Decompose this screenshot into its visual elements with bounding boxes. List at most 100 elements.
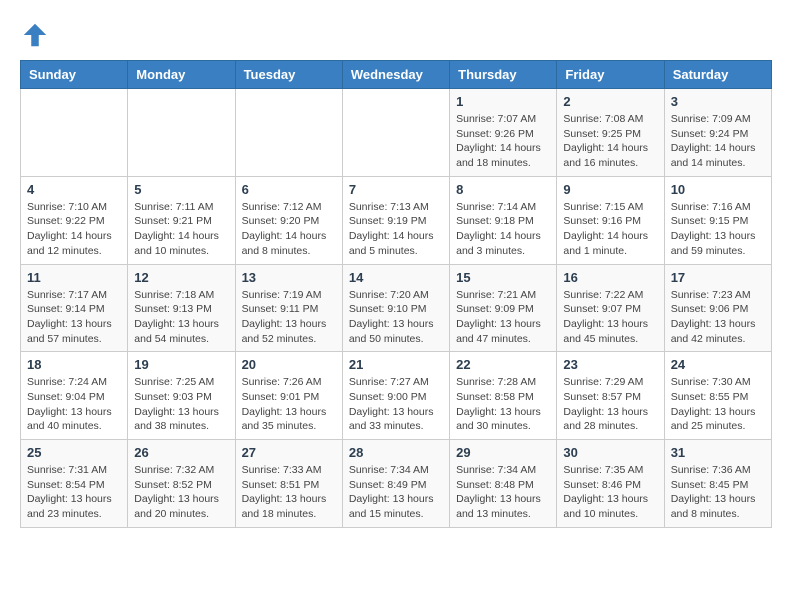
day-info: Sunrise: 7:21 AMSunset: 9:09 PMDaylight:…	[456, 288, 550, 347]
day-info: Sunrise: 7:13 AMSunset: 9:19 PMDaylight:…	[349, 200, 443, 259]
calendar-cell: 18Sunrise: 7:24 AMSunset: 9:04 PMDayligh…	[21, 352, 128, 440]
week-row-1: 1 Sunrise: 7:07 AMSunset: 9:26 PMDaylight…	[21, 89, 772, 177]
calendar-cell: 19 Sunrise: 7:25 AMSunset: 9:03 PMDayligh…	[128, 352, 235, 440]
calendar-cell: 12Sunrise: 7:18 AMSunset: 9:13 PMDayligh…	[128, 264, 235, 352]
calendar-cell: 21 Sunrise: 7:27 AMSunset: 9:00 PMDayligh…	[342, 352, 449, 440]
calendar-cell: 3 Sunrise: 7:09 AMSunset: 9:24 PMDaylight…	[664, 89, 771, 177]
day-info: Sunrise: 7:23 AMSunset: 9:06 PMDaylight:…	[671, 288, 765, 347]
week-row-3: 11 Sunrise: 7:17 AMSunset: 9:14 PMDayligh…	[21, 264, 772, 352]
week-row-4: 18Sunrise: 7:24 AMSunset: 9:04 PMDayligh…	[21, 352, 772, 440]
day-info: Sunrise: 7:34 AMSunset: 8:48 PMDaylight:…	[456, 463, 550, 522]
day-info: Sunrise: 7:17 AMSunset: 9:14 PMDaylight:…	[27, 288, 121, 347]
day-number: 16	[563, 270, 657, 285]
day-number: 20	[242, 357, 336, 372]
weekday-header-wednesday: Wednesday	[342, 61, 449, 89]
day-info: Sunrise: 7:33 AMSunset: 8:51 PMDaylight:…	[242, 463, 336, 522]
day-info: Sunrise: 7:28 AMSunset: 8:58 PMDaylight:…	[456, 375, 550, 434]
calendar-cell: 7 Sunrise: 7:13 AMSunset: 9:19 PMDaylight…	[342, 176, 449, 264]
day-number: 11	[27, 270, 121, 285]
weekday-header-saturday: Saturday	[664, 61, 771, 89]
day-info: Sunrise: 7:25 AMSunset: 9:03 PMDaylight:…	[134, 375, 228, 434]
day-number: 1	[456, 94, 550, 109]
calendar-cell: 10 Sunrise: 7:16 AMSunset: 9:15 PMDayligh…	[664, 176, 771, 264]
day-number: 29	[456, 445, 550, 460]
day-info: Sunrise: 7:36 AMSunset: 8:45 PMDaylight:…	[671, 463, 765, 522]
calendar-cell: 30Sunrise: 7:35 AMSunset: 8:46 PMDayligh…	[557, 440, 664, 528]
day-info: Sunrise: 7:14 AMSunset: 9:18 PMDaylight:…	[456, 200, 550, 259]
calendar-cell	[342, 89, 449, 177]
calendar-cell: 5Sunrise: 7:11 AMSunset: 9:21 PMDaylight…	[128, 176, 235, 264]
day-number: 15	[456, 270, 550, 285]
weekday-header-thursday: Thursday	[450, 61, 557, 89]
weekday-header-monday: Monday	[128, 61, 235, 89]
calendar-cell: 16 Sunrise: 7:22 AMSunset: 9:07 PMDayligh…	[557, 264, 664, 352]
calendar-cell: 2Sunrise: 7:08 AMSunset: 9:25 PMDaylight…	[557, 89, 664, 177]
calendar-cell: 22 Sunrise: 7:28 AMSunset: 8:58 PMDayligh…	[450, 352, 557, 440]
calendar-cell: 6 Sunrise: 7:12 AMSunset: 9:20 PMDaylight…	[235, 176, 342, 264]
calendar-cell: 25Sunrise: 7:31 AMSunset: 8:54 PMDayligh…	[21, 440, 128, 528]
day-number: 22	[456, 357, 550, 372]
day-number: 3	[671, 94, 765, 109]
weekday-header-tuesday: Tuesday	[235, 61, 342, 89]
day-number: 6	[242, 182, 336, 197]
page-header	[20, 20, 772, 50]
calendar-cell: 11 Sunrise: 7:17 AMSunset: 9:14 PMDayligh…	[21, 264, 128, 352]
calendar-cell: 4Sunrise: 7:10 AMSunset: 9:22 PMDaylight…	[21, 176, 128, 264]
calendar: SundayMondayTuesdayWednesdayThursdayFrid…	[20, 60, 772, 528]
day-number: 9	[563, 182, 657, 197]
day-number: 30	[563, 445, 657, 460]
calendar-cell	[21, 89, 128, 177]
day-info: Sunrise: 7:30 AMSunset: 8:55 PMDaylight:…	[671, 375, 765, 434]
day-number: 7	[349, 182, 443, 197]
calendar-cell: 20 Sunrise: 7:26 AMSunset: 9:01 PMDayligh…	[235, 352, 342, 440]
calendar-cell: 17 Sunrise: 7:23 AMSunset: 9:06 PMDayligh…	[664, 264, 771, 352]
day-number: 17	[671, 270, 765, 285]
day-info: Sunrise: 7:20 AMSunset: 9:10 PMDaylight:…	[349, 288, 443, 347]
day-number: 8	[456, 182, 550, 197]
calendar-cell: 9 Sunrise: 7:15 AMSunset: 9:16 PMDaylight…	[557, 176, 664, 264]
day-number: 10	[671, 182, 765, 197]
day-number: 19	[134, 357, 228, 372]
calendar-cell: 31 Sunrise: 7:36 AMSunset: 8:45 PMDayligh…	[664, 440, 771, 528]
day-number: 23	[563, 357, 657, 372]
day-info: Sunrise: 7:26 AMSunset: 9:01 PMDaylight:…	[242, 375, 336, 434]
calendar-cell: 23Sunrise: 7:29 AMSunset: 8:57 PMDayligh…	[557, 352, 664, 440]
day-number: 18	[27, 357, 121, 372]
day-number: 26	[134, 445, 228, 460]
day-info: Sunrise: 7:11 AMSunset: 9:21 PMDaylight:…	[134, 200, 228, 259]
day-number: 4	[27, 182, 121, 197]
day-info: Sunrise: 7:19 AMSunset: 9:11 PMDaylight:…	[242, 288, 336, 347]
calendar-cell: 27 Sunrise: 7:33 AMSunset: 8:51 PMDayligh…	[235, 440, 342, 528]
day-info: Sunrise: 7:34 AMSunset: 8:49 PMDaylight:…	[349, 463, 443, 522]
week-row-2: 4Sunrise: 7:10 AMSunset: 9:22 PMDaylight…	[21, 176, 772, 264]
week-row-5: 25Sunrise: 7:31 AMSunset: 8:54 PMDayligh…	[21, 440, 772, 528]
day-info: Sunrise: 7:22 AMSunset: 9:07 PMDaylight:…	[563, 288, 657, 347]
calendar-cell: 15 Sunrise: 7:21 AMSunset: 9:09 PMDayligh…	[450, 264, 557, 352]
calendar-cell: 13Sunrise: 7:19 AMSunset: 9:11 PMDayligh…	[235, 264, 342, 352]
day-info: Sunrise: 7:07 AMSunset: 9:26 PMDaylight:…	[456, 112, 550, 171]
weekday-header-sunday: Sunday	[21, 61, 128, 89]
calendar-cell: 24 Sunrise: 7:30 AMSunset: 8:55 PMDayligh…	[664, 352, 771, 440]
day-number: 24	[671, 357, 765, 372]
day-number: 28	[349, 445, 443, 460]
day-info: Sunrise: 7:15 AMSunset: 9:16 PMDaylight:…	[563, 200, 657, 259]
day-number: 12	[134, 270, 228, 285]
calendar-cell: 1 Sunrise: 7:07 AMSunset: 9:26 PMDaylight…	[450, 89, 557, 177]
day-number: 27	[242, 445, 336, 460]
day-info: Sunrise: 7:12 AMSunset: 9:20 PMDaylight:…	[242, 200, 336, 259]
day-info: Sunrise: 7:27 AMSunset: 9:00 PMDaylight:…	[349, 375, 443, 434]
weekday-header-friday: Friday	[557, 61, 664, 89]
weekday-header-row: SundayMondayTuesdayWednesdayThursdayFrid…	[21, 61, 772, 89]
day-info: Sunrise: 7:09 AMSunset: 9:24 PMDaylight:…	[671, 112, 765, 171]
day-number: 14	[349, 270, 443, 285]
day-info: Sunrise: 7:31 AMSunset: 8:54 PMDaylight:…	[27, 463, 121, 522]
day-number: 31	[671, 445, 765, 460]
day-info: Sunrise: 7:16 AMSunset: 9:15 PMDaylight:…	[671, 200, 765, 259]
calendar-cell: 29 Sunrise: 7:34 AMSunset: 8:48 PMDayligh…	[450, 440, 557, 528]
calendar-cell	[128, 89, 235, 177]
day-number: 2	[563, 94, 657, 109]
day-info: Sunrise: 7:32 AMSunset: 8:52 PMDaylight:…	[134, 463, 228, 522]
day-number: 21	[349, 357, 443, 372]
calendar-cell	[235, 89, 342, 177]
logo	[20, 20, 54, 50]
